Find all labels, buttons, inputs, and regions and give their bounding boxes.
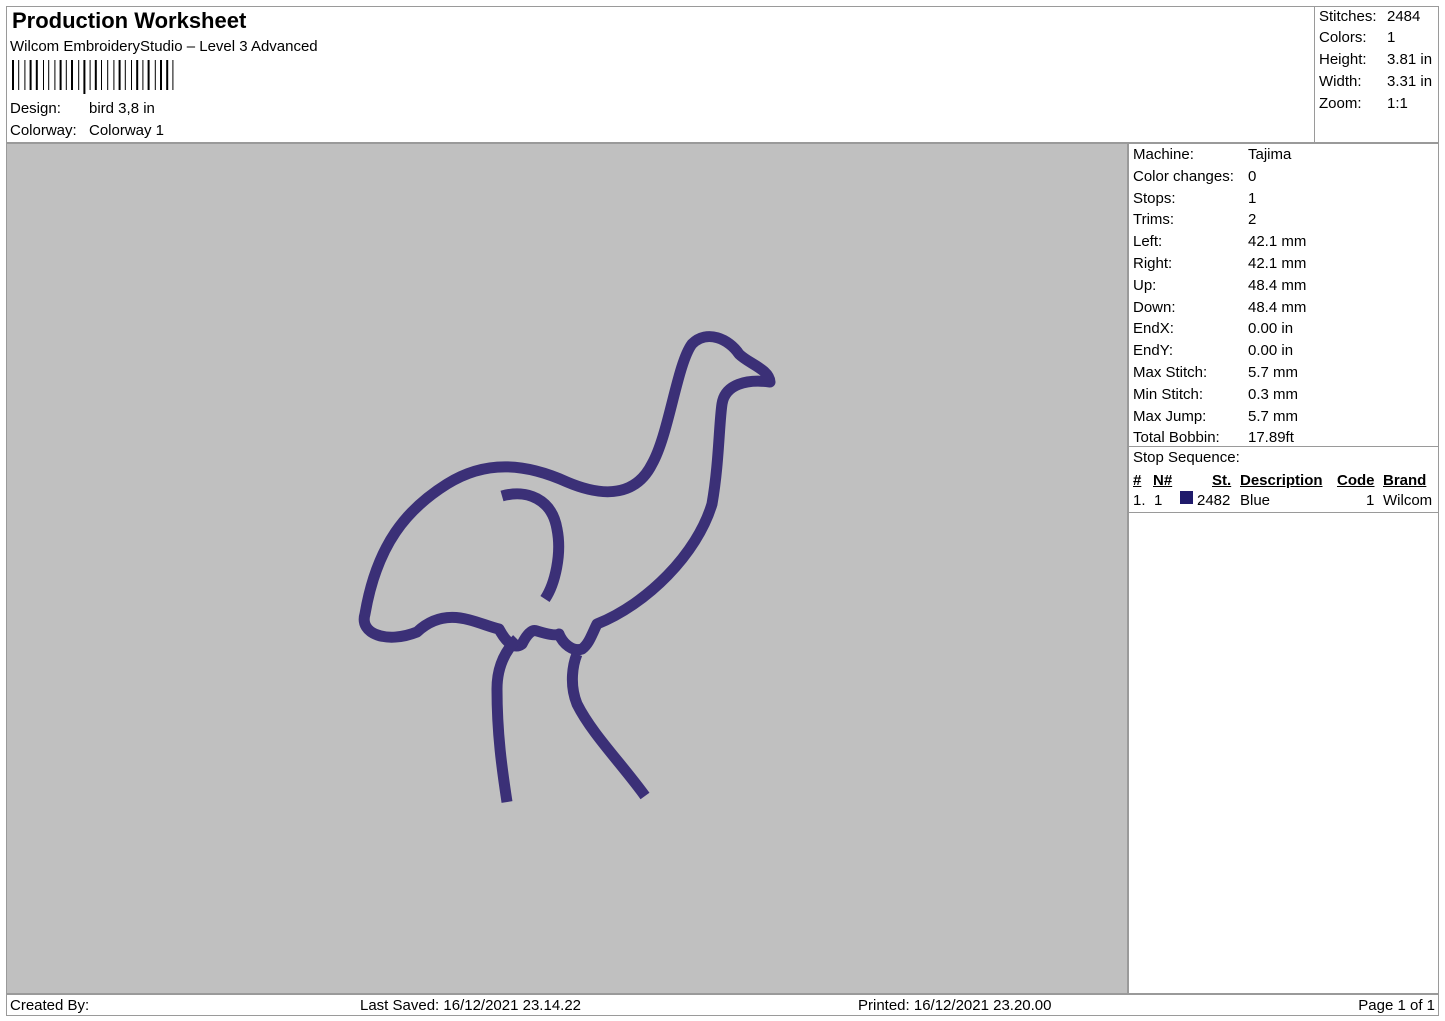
stat-colors: Colors: 1 — [1319, 29, 1396, 46]
thread-color-swatch — [1180, 491, 1193, 504]
info-label: EndY: — [1133, 342, 1174, 360]
design-preview — [6, 143, 1128, 994]
colorway-field: Colorway: Colorway 1 — [10, 122, 164, 139]
info-label: Min Stitch: — [1133, 385, 1204, 403]
info-value: 42.1 mm — [1248, 255, 1307, 272]
info-label: Up: — [1133, 276, 1157, 294]
info-label: Down: — [1133, 298, 1176, 316]
row-description: Blue — [1240, 492, 1271, 509]
info-value: 48.4 mm — [1248, 298, 1307, 316]
info-label: Stops: — [1133, 189, 1176, 207]
page-title: Production Worksheet — [12, 8, 247, 33]
row-stitches: 2482 — [1197, 492, 1231, 509]
design-value: bird 3,8 in — [89, 100, 155, 117]
info-label: EndX: — [1133, 320, 1174, 338]
barcode — [12, 60, 174, 94]
col-header-code: Code — [1337, 472, 1375, 489]
info-value: 5.7 mm — [1248, 407, 1299, 425]
machine-info-panel: Machine: Tajima Color changes: 0 Stops: 1 Trim… — [1128, 143, 1439, 994]
col-header-n: N# — [1153, 472, 1173, 489]
info-label: Left: — [1133, 233, 1163, 251]
info-value: 1 — [1248, 189, 1257, 207]
info-value: 0.00 in — [1248, 320, 1294, 338]
design-stats-panel: Stitches: 2484 Colors: 1 Height: 3.81 in Wi… — [1314, 6, 1439, 143]
col-header-description: Description — [1240, 472, 1323, 489]
printed-date: Printed: 16/12/2021 23.20.00 — [858, 997, 1052, 1014]
col-header-num: # — [1133, 472, 1142, 489]
bird-outline-embroidery-icon — [358, 331, 776, 803]
row-code: 1 — [1366, 492, 1375, 509]
info-label: Max Stitch: — [1133, 364, 1208, 381]
created-by: Created By: — [10, 997, 90, 1014]
stat-height: Height: 3.81 in — [1319, 51, 1433, 68]
info-label: Max Jump: — [1133, 407, 1207, 425]
info-value: 2 — [1248, 211, 1257, 229]
design-field: Design: bird 3,8 in — [10, 100, 155, 117]
row-num: 1. — [1133, 492, 1146, 509]
info-label: Trims: — [1133, 211, 1175, 229]
stat-zoom: Zoom: 1:1 — [1319, 95, 1408, 112]
info-value: 48.4 mm — [1248, 276, 1307, 294]
row-n: 1 — [1154, 492, 1163, 509]
worksheet-footer: Created By: Last Saved: 16/12/2021 23.14… — [6, 994, 1439, 1016]
info-value: 0.3 mm — [1248, 385, 1299, 403]
info-value: 17.89ft — [1248, 429, 1294, 447]
info-value: 0 — [1248, 167, 1257, 185]
info-label: Color changes: — [1133, 167, 1234, 185]
colorway-value: Colorway 1 — [89, 122, 165, 139]
stat-stitches: Stitches: 2484 — [1319, 8, 1421, 25]
info-label: Right: — [1133, 255, 1173, 272]
info-value: 42.1 mm — [1248, 233, 1307, 251]
stat-width: Width: 3.31 in — [1319, 73, 1433, 90]
info-value: 0.00 in — [1248, 342, 1294, 360]
last-saved: Last Saved: 16/12/2021 23.14.22 — [360, 997, 582, 1014]
colorway-label: Colorway: — [10, 122, 77, 139]
info-value: 5.7 mm — [1248, 364, 1299, 381]
page-number: Page 1 of 1 — [1358, 997, 1435, 1014]
software-subtitle: Wilcom EmbroideryStudio – Level 3 Advanc… — [10, 38, 318, 55]
col-header-brand: Brand — [1383, 472, 1427, 489]
design-label: Design: — [10, 100, 61, 117]
col-header-st: St. — [1212, 472, 1232, 489]
divider — [1129, 446, 1438, 447]
info-label: Total Bobbin: — [1133, 429, 1220, 447]
divider — [1129, 512, 1438, 513]
stop-sequence-title: Stop Sequence: — [1133, 449, 1240, 466]
info-value: Tajima — [1248, 146, 1292, 163]
row-brand: Wilcom — [1383, 492, 1433, 509]
info-label: Machine: — [1133, 146, 1194, 163]
